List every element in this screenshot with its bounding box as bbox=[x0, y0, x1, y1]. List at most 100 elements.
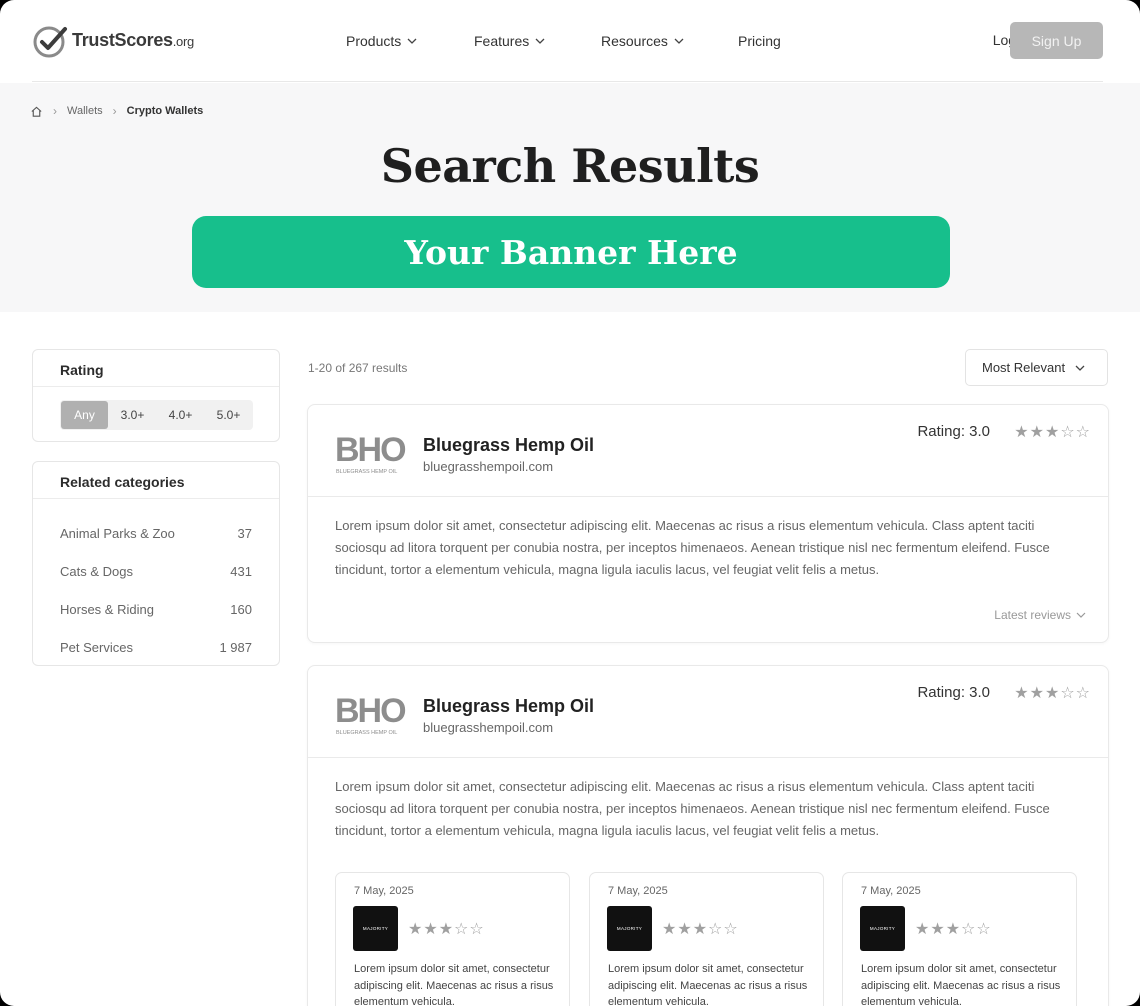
related-categories-title: Related categories bbox=[33, 462, 279, 499]
site-header: TrustScores.org bbox=[32, 0, 1103, 82]
star-empty-icon: ☆ bbox=[454, 921, 469, 938]
category-item[interactable]: Pet Services 1 987 bbox=[33, 628, 279, 666]
rating-stars: ★ ★ ★ ☆ ☆ bbox=[1014, 422, 1090, 442]
business-description: Lorem ipsum dolor sit amet, consectetur … bbox=[335, 779, 1050, 838]
star-filled-icon: ★ bbox=[662, 921, 677, 938]
star-empty-icon: ☆ bbox=[1075, 424, 1090, 441]
site-logo[interactable]: TrustScores.org bbox=[32, 23, 194, 59]
breadcrumb: › Wallets › Crypto Wallets bbox=[30, 104, 203, 118]
business-name[interactable]: Bluegrass Hemp Oil bbox=[423, 435, 594, 456]
rating-option-3[interactable]: 3.0+ bbox=[109, 401, 156, 429]
logo-letters: BHO bbox=[335, 692, 406, 730]
page-frame: TrustScores.org Products Features Resour… bbox=[0, 0, 1140, 1006]
category-count: 431 bbox=[230, 563, 252, 579]
nav-features[interactable]: Features bbox=[474, 33, 545, 49]
review-stars: ★ ★ ★ ☆ ☆ bbox=[915, 919, 991, 939]
star-empty-icon: ☆ bbox=[723, 921, 738, 938]
review-text: Lorem ipsum dolor sit amet, consectetur … bbox=[861, 963, 1061, 1006]
result-card[interactable]: BHO BLUEGRASS HEMP OIL Bluegrass Hemp Oi… bbox=[307, 665, 1109, 1006]
star-empty-icon: ☆ bbox=[1060, 685, 1075, 702]
nav-pricing-label: Pricing bbox=[738, 33, 781, 49]
hero-section: › Wallets › Crypto Wallets Search Result… bbox=[0, 83, 1140, 312]
nav-features-label: Features bbox=[474, 33, 530, 49]
category-item[interactable]: Cats & Dogs 431 bbox=[33, 552, 279, 590]
review-card[interactable]: 7 May, 2025 MAJORITY ★ ★ ★ ☆ ☆ Lorem ipsum d… bbox=[842, 872, 1077, 1006]
rating-filter-options: Any 3.0+ 4.0+ 5.0+ bbox=[60, 400, 253, 430]
rating-option-5[interactable]: 5.0+ bbox=[205, 401, 252, 429]
results-count: 1-20 of 267 results bbox=[308, 361, 408, 375]
star-empty-icon: ☆ bbox=[1075, 685, 1090, 702]
nav-resources[interactable]: Resources bbox=[601, 33, 684, 49]
star-filled-icon: ★ bbox=[915, 921, 930, 938]
star-empty-icon: ☆ bbox=[469, 921, 484, 938]
star-filled-icon: ★ bbox=[1014, 685, 1029, 702]
star-filled-icon: ★ bbox=[438, 921, 454, 938]
star-empty-icon: ☆ bbox=[708, 921, 723, 938]
result-card-header: BHO BLUEGRASS HEMP OIL Bluegrass Hemp Oi… bbox=[308, 405, 1108, 497]
logo-suffix-text: .org bbox=[172, 34, 195, 49]
related-categories-panel: Related categories Animal Parks & Zoo 37… bbox=[32, 461, 280, 666]
ad-banner[interactable]: Your Banner Here bbox=[192, 216, 950, 288]
star-empty-icon: ☆ bbox=[961, 921, 976, 938]
chevron-down-icon bbox=[407, 38, 417, 44]
latest-reviews-label: Latest reviews bbox=[994, 608, 1071, 622]
breadcrumb-separator-icon: › bbox=[53, 104, 57, 118]
review-text: Lorem ipsum dolor sit amet, consectetur … bbox=[608, 963, 808, 1006]
review-text: Lorem ipsum dolor sit amet, consectetur … bbox=[354, 963, 554, 1006]
category-name: Horses & Riding bbox=[60, 601, 154, 617]
result-card-header: BHO BLUEGRASS HEMP OIL Bluegrass Hemp Oi… bbox=[308, 666, 1108, 758]
reviewer-avatar: MAJORITY bbox=[860, 906, 905, 951]
category-item[interactable]: Horses & Riding 160 bbox=[33, 590, 279, 628]
star-filled-icon: ★ bbox=[930, 921, 945, 938]
category-count: 37 bbox=[237, 525, 252, 541]
logo-main-text: TrustScores bbox=[72, 30, 173, 50]
nav-pricing[interactable]: Pricing bbox=[738, 33, 781, 49]
star-filled-icon: ★ bbox=[677, 921, 692, 938]
logo-text: TrustScores.org bbox=[72, 30, 194, 51]
star-filled-icon: ★ bbox=[1044, 685, 1060, 702]
logo-check-icon bbox=[33, 26, 67, 57]
review-stars: ★ ★ ★ ☆ ☆ bbox=[662, 919, 738, 939]
category-name: Cats & Dogs bbox=[60, 563, 133, 579]
breadcrumb-wallets[interactable]: Wallets bbox=[67, 105, 103, 117]
star-filled-icon: ★ bbox=[1014, 424, 1029, 441]
category-name: Animal Parks & Zoo bbox=[60, 525, 175, 541]
reviewer-avatar: MAJORITY bbox=[353, 906, 398, 951]
breadcrumb-separator-icon: › bbox=[112, 104, 117, 118]
star-filled-icon: ★ bbox=[1029, 685, 1044, 702]
star-filled-icon: ★ bbox=[692, 921, 708, 938]
home-icon[interactable] bbox=[30, 105, 43, 118]
star-filled-icon: ★ bbox=[945, 921, 961, 938]
review-card[interactable]: 7 May, 2025 MAJORITY ★ ★ ★ ☆ ☆ Lorem ipsum d… bbox=[335, 872, 570, 1006]
category-name: Pet Services bbox=[60, 639, 133, 655]
breadcrumb-current: Crypto Wallets bbox=[126, 105, 204, 117]
latest-reviews-toggle[interactable]: Latest reviews bbox=[994, 608, 1086, 622]
review-date: 7 May, 2025 bbox=[608, 885, 668, 897]
nav-products[interactable]: Products bbox=[346, 33, 417, 49]
signup-button[interactable]: Sign Up bbox=[1010, 22, 1103, 59]
chevron-down-icon bbox=[674, 38, 684, 44]
rating-filter-panel: Rating Any 3.0+ 4.0+ 5.0+ bbox=[32, 349, 280, 442]
chevron-down-icon bbox=[535, 38, 545, 44]
rating-option-any[interactable]: Any bbox=[61, 401, 108, 429]
rating-label: Rating: 3.0 bbox=[917, 684, 990, 701]
business-logo: BHO BLUEGRASS HEMP OIL bbox=[335, 692, 408, 736]
category-count: 1 987 bbox=[219, 639, 252, 655]
review-stars: ★ ★ ★ ☆ ☆ bbox=[408, 919, 484, 939]
page-title: Search Results bbox=[380, 139, 760, 193]
logo-subtext: BLUEGRASS HEMP OIL bbox=[336, 730, 397, 736]
sort-dropdown[interactable]: Most Relevant bbox=[965, 349, 1108, 386]
rating-option-4[interactable]: 4.0+ bbox=[157, 401, 204, 429]
nav-products-label: Products bbox=[346, 33, 402, 49]
review-date: 7 May, 2025 bbox=[861, 885, 921, 897]
nav-resources-label: Resources bbox=[601, 33, 668, 49]
review-card[interactable]: 7 May, 2025 MAJORITY ★ ★ ★ ☆ ☆ Lorem ipsum d… bbox=[589, 872, 824, 1006]
business-url[interactable]: bluegrasshempoil.com bbox=[423, 459, 553, 474]
business-url[interactable]: bluegrasshempoil.com bbox=[423, 720, 553, 735]
star-empty-icon: ☆ bbox=[976, 921, 991, 938]
business-name[interactable]: Bluegrass Hemp Oil bbox=[423, 696, 594, 717]
result-card[interactable]: BHO BLUEGRASS HEMP OIL Bluegrass Hemp Oi… bbox=[307, 404, 1109, 643]
category-item[interactable]: Animal Parks & Zoo 37 bbox=[33, 514, 279, 552]
sort-label: Most Relevant bbox=[982, 360, 1066, 375]
logo-letters: BHO bbox=[335, 431, 406, 469]
